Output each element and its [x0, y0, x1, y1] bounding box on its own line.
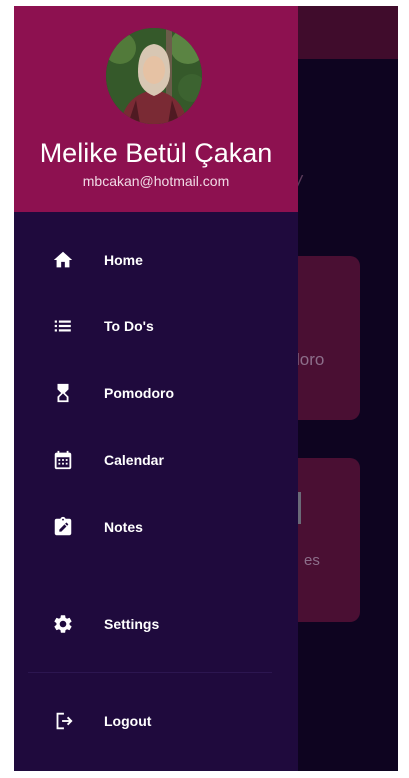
- hourglass-icon: [52, 382, 74, 404]
- drawer-item-label: Logout: [104, 713, 152, 729]
- avatar-photo: [106, 28, 202, 124]
- drawer-item-pomodoro[interactable]: Pomodoro: [14, 371, 298, 415]
- avatar[interactable]: [106, 28, 202, 124]
- home-icon: [52, 249, 74, 271]
- drawer-item-label: Pomodoro: [104, 385, 174, 401]
- drawer-item-settings[interactable]: Settings: [14, 602, 298, 646]
- background-card-label: loro: [296, 350, 325, 369]
- drawer-item-todos[interactable]: To Do's: [14, 304, 298, 348]
- drawer-item-label: Notes: [104, 519, 143, 535]
- phone-screen: / loro es Melike Betül Çakan mbcakan@hot…: [14, 6, 398, 771]
- logout-icon: [52, 710, 74, 732]
- drawer-item-label: Calendar: [104, 452, 164, 468]
- calendar-icon: [52, 449, 74, 471]
- drawer-item-home[interactable]: Home: [14, 238, 298, 282]
- navigation-drawer: Melike Betül Çakan mbcakan@hotmail.com H…: [14, 6, 298, 771]
- list-icon: [52, 315, 74, 337]
- note-edit-icon: [52, 516, 74, 538]
- drawer-divider: [28, 672, 272, 673]
- background-card-label: es: [304, 552, 320, 569]
- drawer-header: Melike Betül Çakan mbcakan@hotmail.com: [14, 6, 298, 212]
- drawer-item-logout[interactable]: Logout: [14, 699, 298, 743]
- drawer-item-calendar[interactable]: Calendar: [14, 438, 298, 482]
- drawer-item-label: Home: [104, 252, 143, 268]
- drawer-item-notes[interactable]: Notes: [14, 505, 298, 549]
- user-name: Melike Betül Çakan: [39, 138, 273, 168]
- user-email: mbcakan@hotmail.com: [82, 173, 230, 189]
- drawer-item-label: To Do's: [104, 318, 154, 334]
- drawer-item-label: Settings: [104, 616, 160, 632]
- gear-icon: [52, 613, 74, 635]
